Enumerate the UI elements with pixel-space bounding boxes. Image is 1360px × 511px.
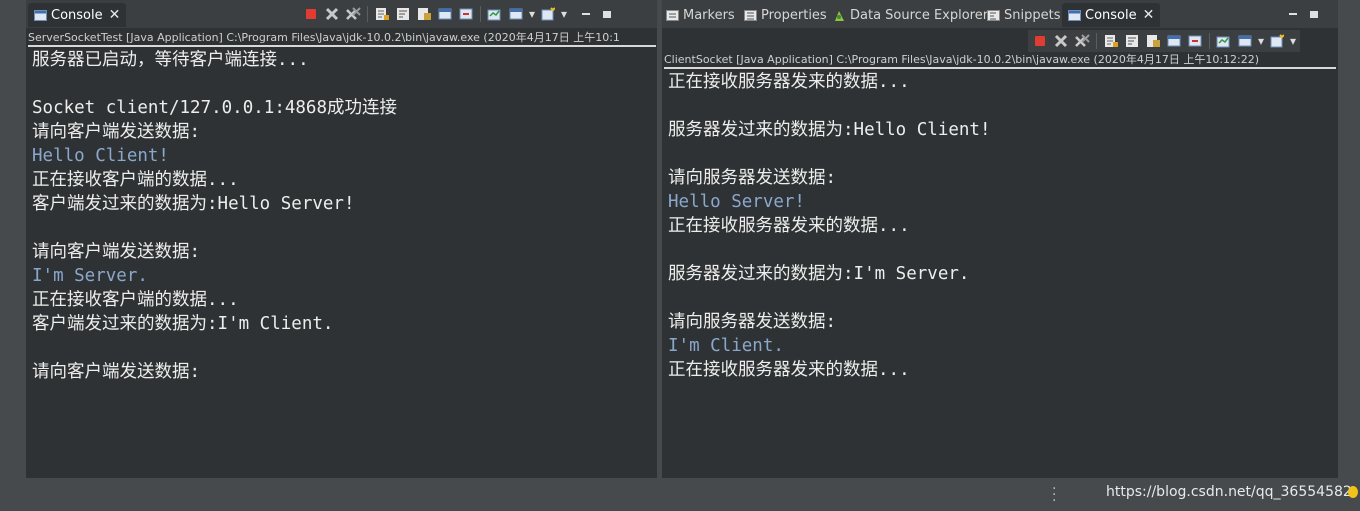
- chevron-down-icon[interactable]: ▾: [560, 5, 568, 23]
- chevron-down-icon[interactable]: ▾: [1257, 32, 1265, 50]
- lightbulb-icon: [1348, 486, 1358, 498]
- console-input-line: Hello Server!: [668, 192, 805, 212]
- console-output[interactable]: 服务器已启动，等待客户端连接... Socket client/127.0.0.1…: [32, 48, 397, 384]
- console-line: 客户端发过来的数据为:I'm Client.: [32, 314, 334, 334]
- maximize-icon[interactable]: [1305, 5, 1323, 23]
- close-tab-icon[interactable]: ✕: [1143, 7, 1155, 23]
- minimize-icon[interactable]: [1284, 5, 1302, 23]
- tab-console[interactable]: Console ✕: [28, 3, 127, 27]
- scroll-lock-icon[interactable]: [373, 5, 391, 23]
- display-selected-console-icon[interactable]: [1186, 32, 1204, 50]
- toolbar-separator: [1096, 33, 1097, 49]
- process-label: ServerSocketTest [Java Application] C:\P…: [28, 30, 656, 47]
- chevron-down-icon[interactable]: ▾: [528, 5, 536, 23]
- client-console-tabbar: Markers Properties Data Source Explorer …: [662, 0, 1338, 28]
- scroll-lock-icon[interactable]: [1102, 32, 1120, 50]
- remove-all-terminated-icon[interactable]: [1073, 32, 1091, 50]
- tab-console[interactable]: Console ✕: [1062, 3, 1161, 27]
- tab-console-label: Console: [51, 7, 103, 23]
- new-console-icon[interactable]: [539, 5, 557, 23]
- console-line: 请向客户端发送数据:: [32, 122, 201, 142]
- console-line: 正在接收服务器发来的数据...: [668, 72, 910, 92]
- minimize-icon[interactable]: [577, 5, 595, 23]
- tab-markers-label: Markers: [683, 7, 735, 23]
- console-line: 正在接收服务器发来的数据...: [668, 360, 910, 380]
- chevron-down-icon[interactable]: ▾: [1289, 32, 1297, 50]
- tab-data-source-explorer-label: Data Source Explorer: [850, 7, 989, 23]
- tab-data-source-explorer[interactable]: Data Source Explorer: [833, 3, 988, 27]
- console-line: 服务器发过来的数据为:Hello Client!: [668, 120, 991, 140]
- word-wrap-icon[interactable]: [394, 5, 412, 23]
- console-line: 请向服务器发送数据:: [668, 168, 837, 188]
- client-console-view: Markers Properties Data Source Explorer …: [662, 0, 1338, 478]
- terminate-icon[interactable]: [1031, 32, 1049, 50]
- remove-all-terminated-icon[interactable]: [344, 5, 362, 23]
- toolbar-separator: [367, 6, 368, 22]
- console-input-line: I'm Client.: [668, 336, 784, 356]
- console-line: 服务器发过来的数据为:I'm Server.: [668, 264, 970, 284]
- toolbar-separator: [480, 6, 481, 22]
- watermark: https://blog.csdn.net/qq_36554582: [1106, 484, 1352, 500]
- snippets-icon: [987, 9, 1000, 21]
- console-output[interactable]: 正在接收服务器发来的数据... 服务器发过来的数据为:Hello Client! 请…: [668, 70, 991, 382]
- tab-properties[interactable]: Properties: [744, 3, 827, 27]
- console-line: 正在接收客户端的数据...: [32, 290, 239, 310]
- console-line: 请向客户端发送数据:: [32, 362, 201, 382]
- console-menu-icon[interactable]: [1236, 32, 1254, 50]
- console-icon: [34, 9, 47, 21]
- status-grip-icon: · · ·: [1052, 481, 1057, 509]
- tab-markers[interactable]: Markers: [666, 3, 735, 27]
- console-line: 服务器已启动，等待客户端连接...: [32, 50, 309, 70]
- server-console-tabbar: Console ✕ ▾ ▾: [26, 0, 657, 28]
- word-wrap-icon[interactable]: [1123, 32, 1141, 50]
- markers-icon: [666, 9, 679, 21]
- console-line: 正在接收客户端的数据...: [32, 170, 239, 190]
- remove-launch-icon[interactable]: [323, 5, 341, 23]
- process-label: ClientSocket [Java Application] C:\Progr…: [664, 52, 1336, 69]
- show-console-on-output-icon[interactable]: [415, 5, 433, 23]
- console-input-line: Hello Client!: [32, 146, 169, 166]
- data-source-explorer-icon: [833, 10, 846, 21]
- tab-properties-label: Properties: [761, 7, 827, 23]
- remove-launch-icon[interactable]: [1052, 32, 1070, 50]
- display-selected-console-icon[interactable]: [457, 5, 475, 23]
- toolbar-separator: [1209, 33, 1210, 49]
- console-icon: [1068, 9, 1081, 21]
- terminate-icon[interactable]: [302, 5, 320, 23]
- properties-icon: [744, 9, 757, 21]
- show-console-on-output-icon[interactable]: [1144, 32, 1162, 50]
- open-console-icon[interactable]: [1215, 32, 1233, 50]
- console-line: 正在接收服务器发来的数据...: [668, 216, 910, 236]
- console-menu-icon[interactable]: [507, 5, 525, 23]
- pin-console-icon[interactable]: [1165, 32, 1183, 50]
- maximize-icon[interactable]: [598, 5, 616, 23]
- console-line: Socket client/127.0.0.1:4868成功连接: [32, 98, 398, 118]
- console-line: 请向客户端发送数据:: [32, 242, 201, 262]
- client-console-toolbar: ▾ ▾: [1028, 30, 1300, 52]
- server-console-toolbar: ▾ ▾: [302, 5, 616, 23]
- console-line: 请向服务器发送数据:: [668, 312, 837, 332]
- pin-console-icon[interactable]: [436, 5, 454, 23]
- tab-snippets[interactable]: Snippets: [987, 3, 1060, 27]
- console-input-line: I'm Server.: [32, 266, 148, 286]
- open-console-icon[interactable]: [486, 5, 504, 23]
- view-controls: [1284, 5, 1323, 23]
- tab-console-label: Console: [1085, 7, 1137, 23]
- new-console-icon[interactable]: [1268, 32, 1286, 50]
- close-tab-icon[interactable]: ✕: [109, 7, 121, 23]
- tab-snippets-label: Snippets: [1004, 7, 1061, 23]
- server-console-view: Console ✕ ▾ ▾ ServerSocketTest [Java App…: [26, 0, 657, 478]
- console-line: 客户端发过来的数据为:Hello Server!: [32, 194, 355, 214]
